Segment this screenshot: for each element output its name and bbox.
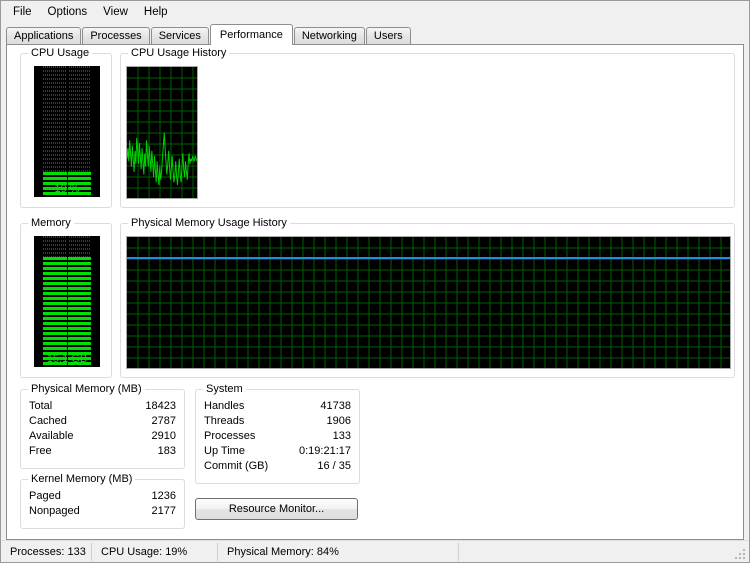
table-row: Free 183 — [29, 444, 176, 459]
memory-history-graph — [126, 236, 731, 369]
cpu-history-graph-container — [126, 66, 729, 199]
stat-key: Handles — [204, 400, 245, 412]
stat-key: Free — [29, 445, 52, 457]
stat-value: 1236 — [151, 490, 176, 502]
menu-item-view[interactable]: View — [95, 4, 136, 20]
menu-item-options[interactable]: Options — [40, 4, 96, 20]
cpu-usage-value: 19 % — [54, 183, 80, 195]
resource-monitor-button[interactable]: Resource Monitor... — [195, 498, 358, 520]
status-cpu-usage: CPU Usage: 19% — [101, 545, 188, 558]
memory-group: Memory 15.1 GB — [20, 217, 112, 378]
tab-strip: Applications Processes Services Performa… — [1, 22, 749, 45]
table-row: Available 2910 — [29, 429, 176, 444]
cpu-history-legend: CPU Usage History — [128, 47, 230, 59]
kernel-memory-stats: Paged 1236 Nonpaged 2177 — [29, 489, 176, 519]
status-processes: Processes: 133 — [10, 545, 86, 558]
stat-key: Paged — [29, 490, 61, 502]
physical-memory-stats: Total 18423 Cached 2787 Available 2910 F… — [29, 399, 176, 459]
table-row: Processes 133 — [204, 429, 351, 444]
kernel-memory-legend: Kernel Memory (MB) — [28, 473, 136, 485]
stat-key: Up Time — [204, 445, 245, 457]
tab-services[interactable]: Services — [150, 27, 209, 44]
performance-tab-page: CPU Usage 19 % Memory 15.1 GB CPU Usage … — [6, 44, 744, 540]
stat-value: 2177 — [151, 505, 176, 517]
stat-key: Threads — [204, 415, 245, 427]
stat-value: 0:19:21:17 — [299, 445, 351, 457]
stat-key: Nonpaged — [29, 505, 80, 517]
cpu-meter-divider — [67, 66, 68, 197]
stat-value: 18423 — [145, 400, 176, 412]
cpu-usage-meter: 19 % — [34, 66, 100, 197]
stat-value: 183 — [157, 445, 176, 457]
resize-grip[interactable] — [733, 547, 747, 561]
table-row: Commit (GB) 16 / 35 — [204, 459, 351, 474]
menu-item-file[interactable]: File — [5, 4, 40, 20]
table-row: Up Time 0:19:21:17 — [204, 444, 351, 459]
physical-memory-group: Physical Memory (MB) Total 18423 Cached … — [20, 383, 185, 469]
tab-networking[interactable]: Networking — [293, 27, 365, 44]
system-stats: Handles 41738 Threads 1906 Processes 133… — [204, 399, 351, 474]
tab-performance[interactable]: Performance — [209, 24, 293, 45]
stat-key: Cached — [29, 415, 67, 427]
memory-meter: 15.1 GB — [34, 236, 100, 367]
tab-applications[interactable]: Applications — [6, 27, 82, 44]
cpu-usage-group: CPU Usage 19 % — [20, 47, 112, 208]
memory-history-legend: Physical Memory Usage History — [128, 217, 290, 229]
stat-key: Available — [29, 430, 74, 442]
stat-value: 2910 — [151, 430, 176, 442]
memory-value: 15.1 GB — [46, 353, 88, 365]
system-legend: System — [203, 383, 246, 395]
memory-legend: Memory — [28, 217, 74, 229]
menu-item-help[interactable]: Help — [136, 4, 176, 20]
stat-value: 41738 — [320, 400, 351, 412]
memory-history-graph-container — [126, 236, 731, 369]
cpu-usage-legend: CPU Usage — [28, 47, 93, 59]
status-divider — [458, 542, 459, 561]
table-row: Paged 1236 — [29, 489, 176, 504]
stat-value: 133 — [332, 430, 351, 442]
table-row: Threads 1906 — [204, 414, 351, 429]
table-row: Total 18423 — [29, 399, 176, 414]
cpu-history-group: CPU Usage History — [120, 47, 735, 208]
status-physical-memory: Physical Memory: 84% — [227, 545, 339, 558]
memory-history-group: Physical Memory Usage History — [120, 217, 735, 378]
table-row: Nonpaged 2177 — [29, 504, 176, 519]
cpu-history-graph-7 — [126, 66, 198, 199]
stat-value: 2787 — [151, 415, 176, 427]
physical-memory-legend: Physical Memory (MB) — [28, 383, 145, 395]
system-group: System Handles 41738 Threads 1906 Proces… — [195, 383, 360, 484]
memory-meter-divider — [67, 236, 68, 367]
table-row: Handles 41738 — [204, 399, 351, 414]
stat-key: Total — [29, 400, 53, 412]
tab-processes[interactable]: Processes — [82, 27, 150, 44]
tab-users[interactable]: Users — [365, 27, 411, 44]
menu-bar: File Options View Help — [1, 1, 749, 22]
table-row: Cached 2787 — [29, 414, 176, 429]
stat-value: 16 / 35 — [317, 460, 351, 472]
stat-key: Commit (GB) — [204, 460, 269, 472]
stat-key: Processes — [204, 430, 256, 442]
kernel-memory-group: Kernel Memory (MB) Paged 1236 Nonpaged 2… — [20, 473, 185, 529]
task-manager-window: File Options View Help Applications Proc… — [0, 0, 750, 563]
status-bar: Processes: 133 CPU Usage: 19% Physical M… — [1, 540, 749, 562]
stat-value: 1906 — [326, 415, 351, 427]
